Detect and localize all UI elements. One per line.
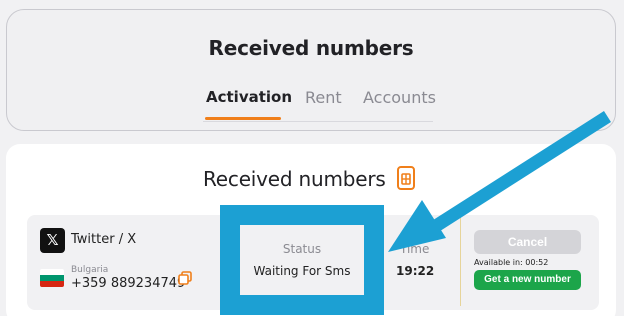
tab-activation[interactable]: Activation [206,88,292,106]
tab-rent[interactable]: Rent [305,88,342,107]
tab-accounts[interactable]: Accounts [363,88,436,107]
available-in-text: Available in: 00:52 [474,258,549,267]
x-logo-icon: 𝕏 [40,228,65,253]
column-divider [460,216,461,306]
status-value: Waiting For Sms [253,264,351,278]
section-title: Received numbers [203,167,386,191]
tabs-bar: Activation Rent Accounts [203,86,436,122]
document-icon[interactable] [397,166,415,190]
status-label: Status [282,242,322,256]
active-tab-indicator [205,117,281,120]
country-name: Bulgaria [71,265,109,275]
bulgaria-flag-icon [40,269,64,287]
activation-header-card: Received numbers Activation Rent Account… [6,9,616,131]
time-value: 19:22 [396,264,435,278]
phone-number: +359 889234749 [71,276,186,291]
service-name: Twitter / X [71,232,137,247]
cancel-button[interactable]: Cancel [474,230,581,254]
copy-icon[interactable] [178,271,192,285]
time-label: Time [400,242,430,256]
status-cell: Status Waiting For Sms [240,225,364,295]
header-title: Received numbers [208,36,414,60]
get-new-number-button[interactable]: Get a new number [474,270,581,290]
